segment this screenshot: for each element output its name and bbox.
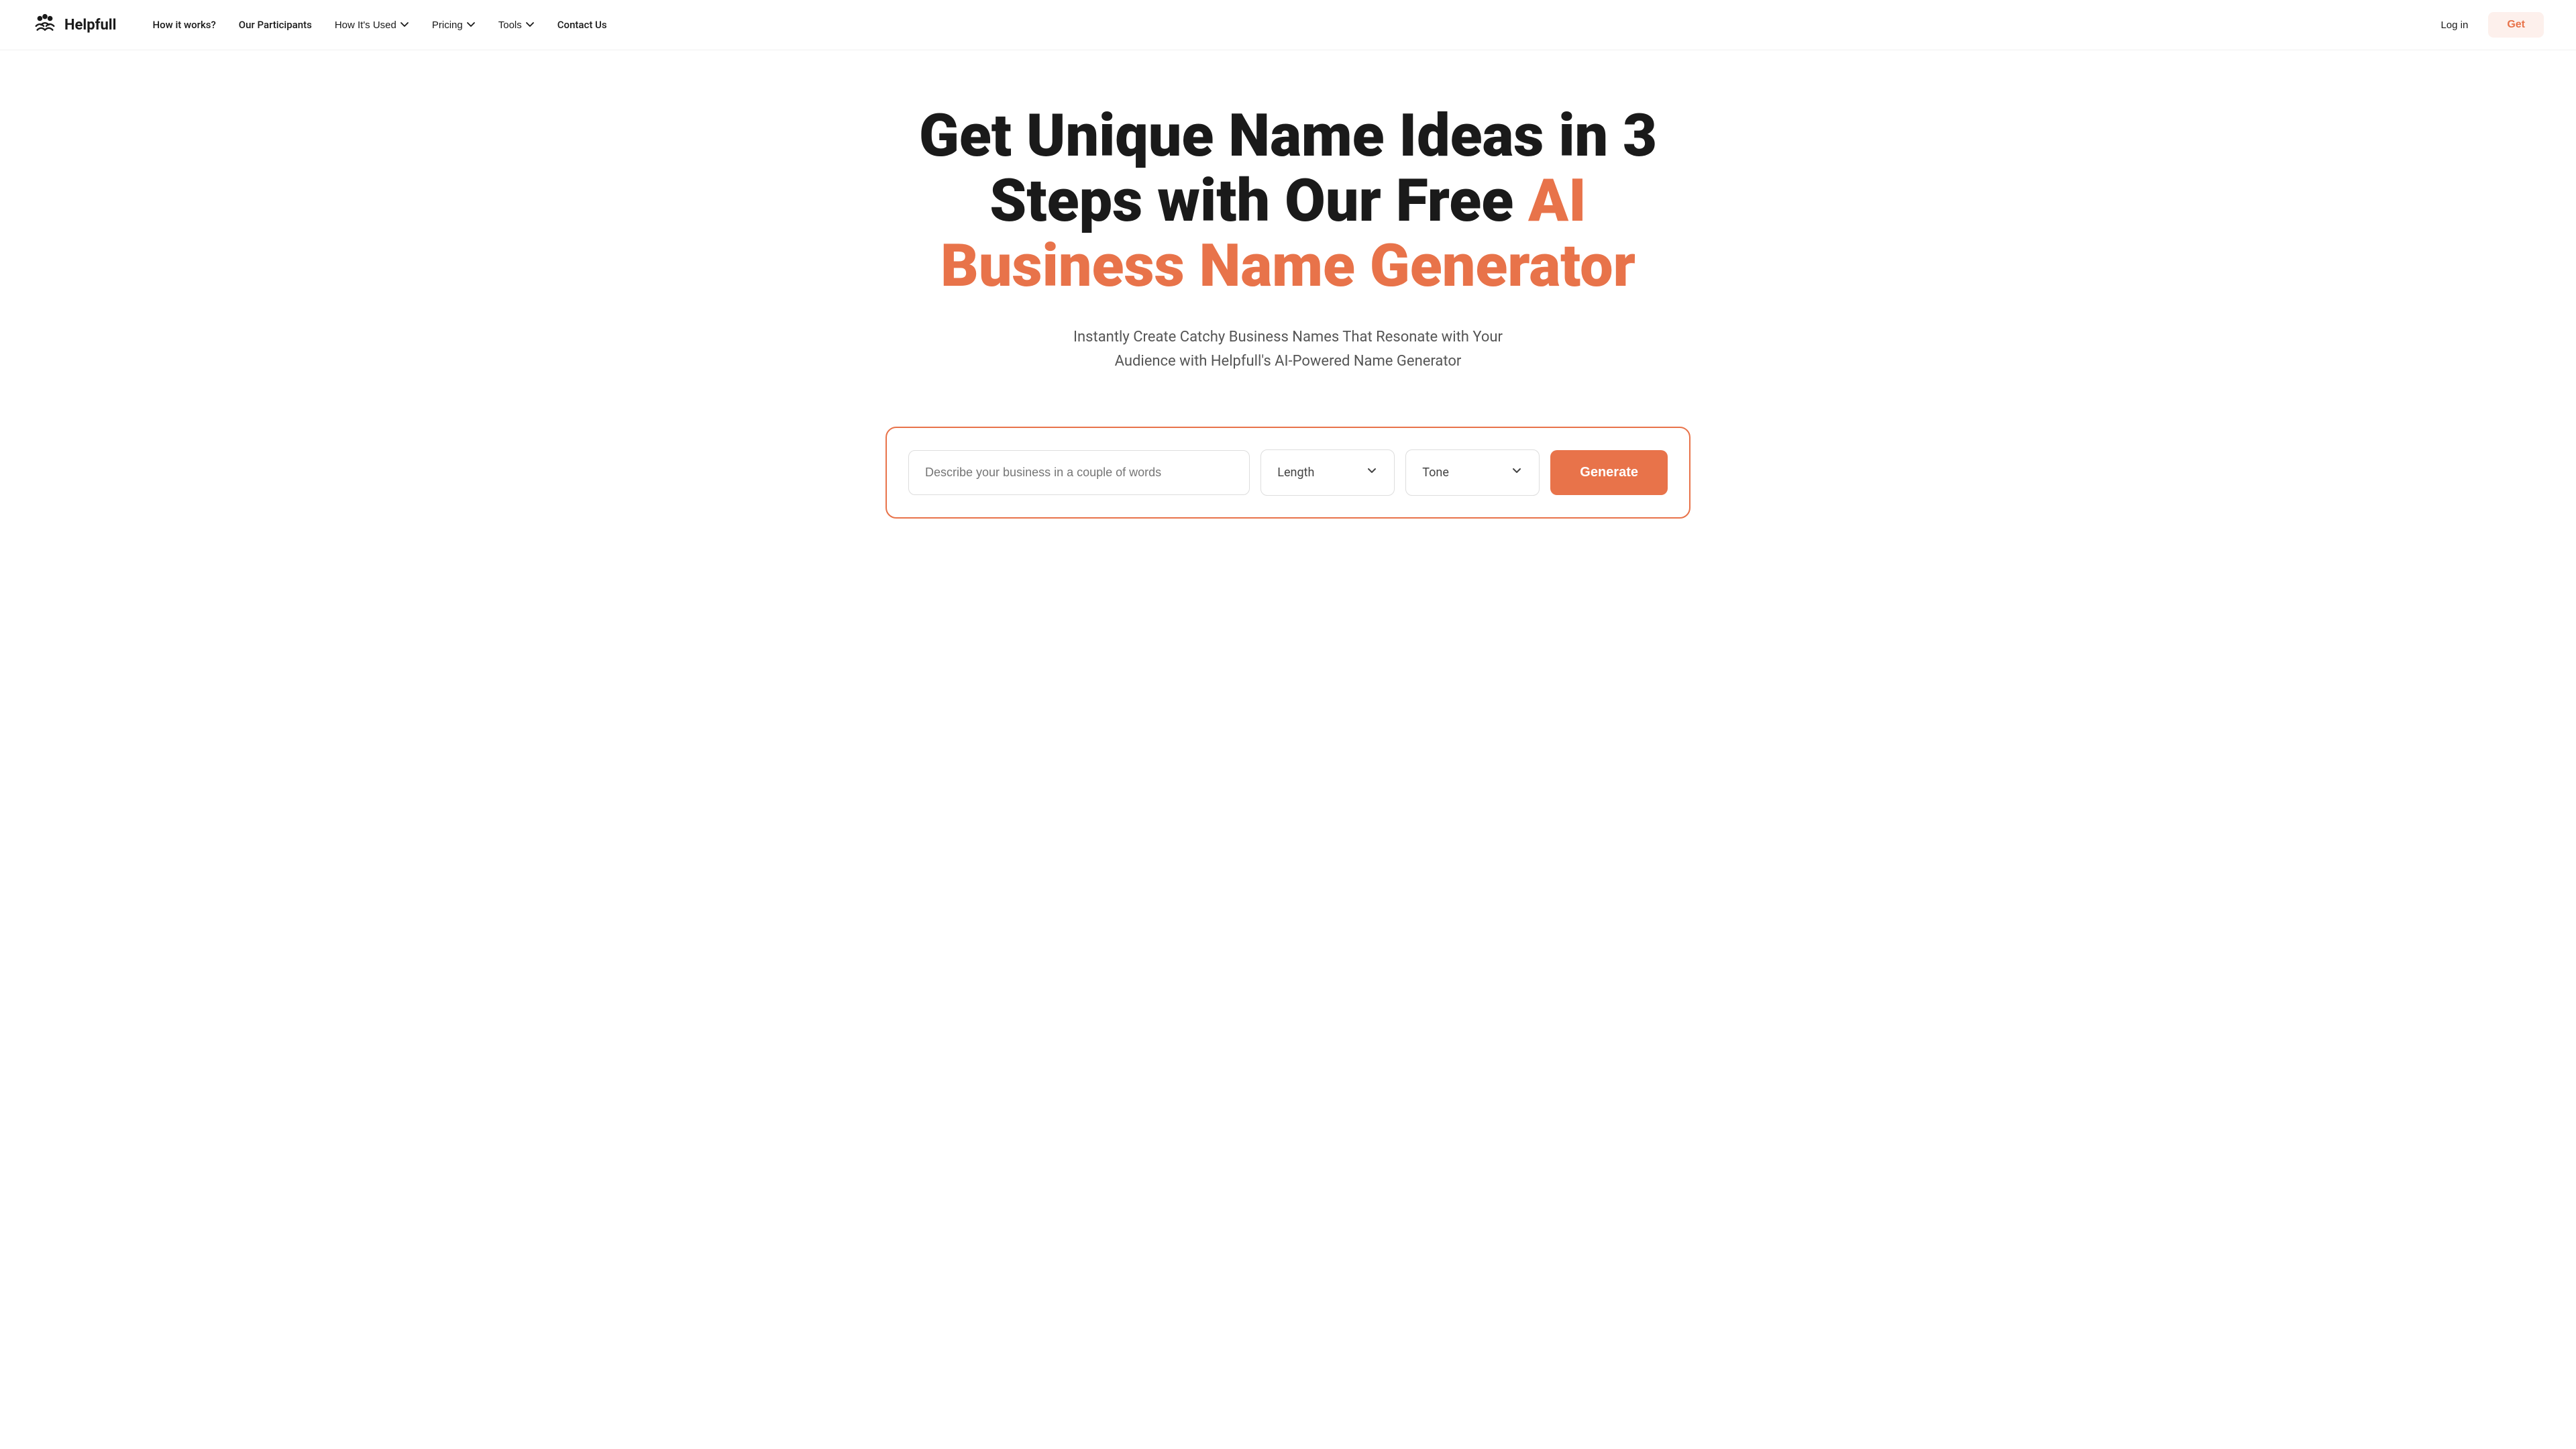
logo-text: Helpfull	[64, 17, 116, 34]
nav-item-our-participants[interactable]: Our Participants	[229, 13, 321, 36]
nav-item-how-it-works[interactable]: How it works?	[143, 13, 225, 36]
nav-link-how-it-works[interactable]: How it works?	[143, 13, 225, 36]
form-row: Length Tone Generate	[908, 449, 1668, 496]
hero-subtitle: Instantly Create Catchy Business Names T…	[1053, 325, 1523, 372]
chevron-down-icon	[400, 20, 409, 30]
hero-title-accent: AI	[1528, 166, 1587, 235]
generate-button[interactable]: Generate	[1550, 450, 1668, 495]
tone-chevron-icon	[1511, 465, 1523, 480]
nav-item-contact-us[interactable]: Contact Us	[548, 13, 616, 36]
logo-icon	[32, 12, 58, 38]
nav-links: How it works? Our Participants How It's …	[143, 13, 616, 36]
nav-item-tools[interactable]: Tools	[489, 14, 544, 36]
length-label: Length	[1277, 466, 1314, 480]
length-select[interactable]: Length	[1260, 449, 1395, 496]
hero-title-line1: Get Unique Name Ideas in 3	[919, 101, 1657, 170]
nav-btn-tools[interactable]: Tools	[489, 14, 544, 36]
nav-btn-how-its-used[interactable]: How It's Used	[325, 14, 419, 36]
navbar-right: Log in Get	[2431, 12, 2544, 38]
logo[interactable]: Helpfull	[32, 12, 116, 38]
chevron-down-icon-pricing	[466, 20, 476, 30]
hero-title-line2: Steps with Our Free	[989, 166, 1528, 235]
navbar: Helpfull How it works? Our Participants …	[0, 0, 2576, 50]
tone-select[interactable]: Tone	[1405, 449, 1540, 496]
chevron-down-icon-tools	[525, 20, 535, 30]
tone-label: Tone	[1422, 466, 1449, 480]
form-container: Length Tone Generate	[885, 427, 1690, 519]
get-button[interactable]: Get	[2488, 12, 2544, 38]
nav-link-contact-us[interactable]: Contact Us	[548, 13, 616, 36]
nav-link-our-participants[interactable]: Our Participants	[229, 13, 321, 36]
length-chevron-icon	[1366, 465, 1378, 480]
login-button[interactable]: Log in	[2431, 14, 2477, 36]
business-description-input[interactable]	[908, 450, 1250, 495]
hero-title-line3: Business Name Generator	[941, 231, 1635, 301]
hero-section: Get Unique Name Ideas in 3 Steps with Ou…	[818, 50, 1758, 559]
navbar-left: Helpfull How it works? Our Participants …	[32, 12, 616, 38]
nav-btn-pricing[interactable]: Pricing	[423, 14, 485, 36]
nav-item-pricing[interactable]: Pricing	[423, 14, 485, 36]
nav-item-how-its-used[interactable]: How It's Used	[325, 14, 419, 36]
hero-title: Get Unique Name Ideas in 3 Steps with Ou…	[919, 104, 1657, 299]
